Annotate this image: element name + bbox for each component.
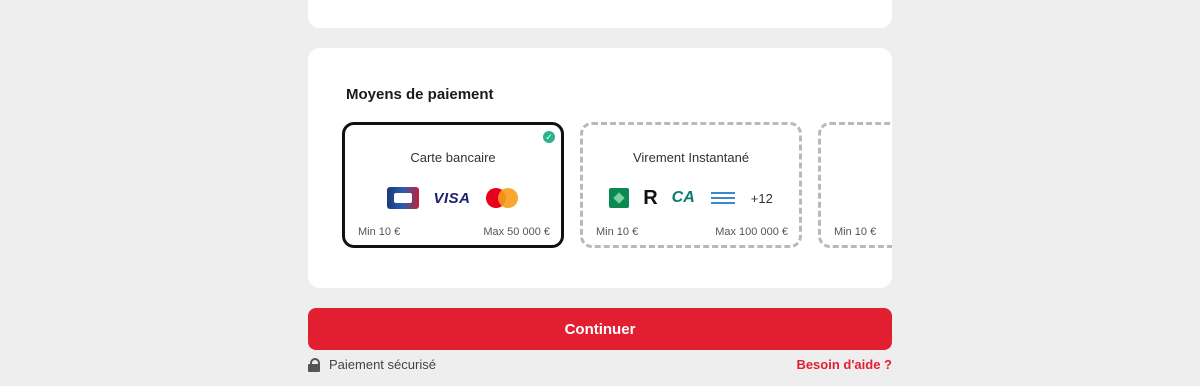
method-virement-instantane[interactable]: Virement Instantané R CA +12 Min 10 € Ma… (580, 122, 802, 248)
lock-icon (308, 357, 320, 372)
revolut-icon: R (643, 186, 658, 209)
secure-label: Paiement sécurisé (329, 357, 436, 372)
selected-check-icon: ✓ (543, 131, 555, 143)
visa-icon: VISA (433, 189, 471, 207)
banque-postale-icon (709, 188, 737, 208)
method-title: Carte bancaire (410, 150, 496, 165)
method-title: Virement Instantané (632, 150, 750, 165)
continue-button[interactable]: Continuer (308, 308, 892, 350)
mastercard-icon (485, 187, 519, 209)
method-max: Max 50 000 € (483, 226, 550, 238)
method-logos: R CA +12 (583, 185, 799, 211)
method-max: Max 100 000 € (715, 226, 788, 238)
secure-payment-note: Paiement sécurisé (308, 357, 436, 372)
method-carte-bancaire[interactable]: ✓ Carte bancaire VISA Min 10 € Max 50 00… (342, 122, 564, 248)
credit-agricole-icon: CA (671, 189, 695, 206)
method-min: Min 10 € (596, 226, 639, 238)
more-banks-count: +12 (750, 190, 773, 206)
help-link[interactable]: Besoin d'aide ? (796, 357, 892, 372)
method-third-partial[interactable]: Min 10 € (818, 122, 892, 248)
payment-methods-card: Moyens de paiement ✓ Carte bancaire VISA… (308, 48, 892, 288)
method-logos: VISA (345, 185, 561, 211)
bnp-bank-icon (609, 188, 630, 208)
payment-methods-carousel[interactable]: ✓ Carte bancaire VISA Min 10 € Max 50 00… (342, 122, 892, 252)
previous-section-card (308, 0, 892, 28)
section-title: Moyens de paiement (346, 86, 494, 103)
method-min: Min 10 € (358, 226, 401, 238)
method-min: Min 10 € (834, 226, 877, 238)
cb-card-icon (387, 187, 420, 209)
